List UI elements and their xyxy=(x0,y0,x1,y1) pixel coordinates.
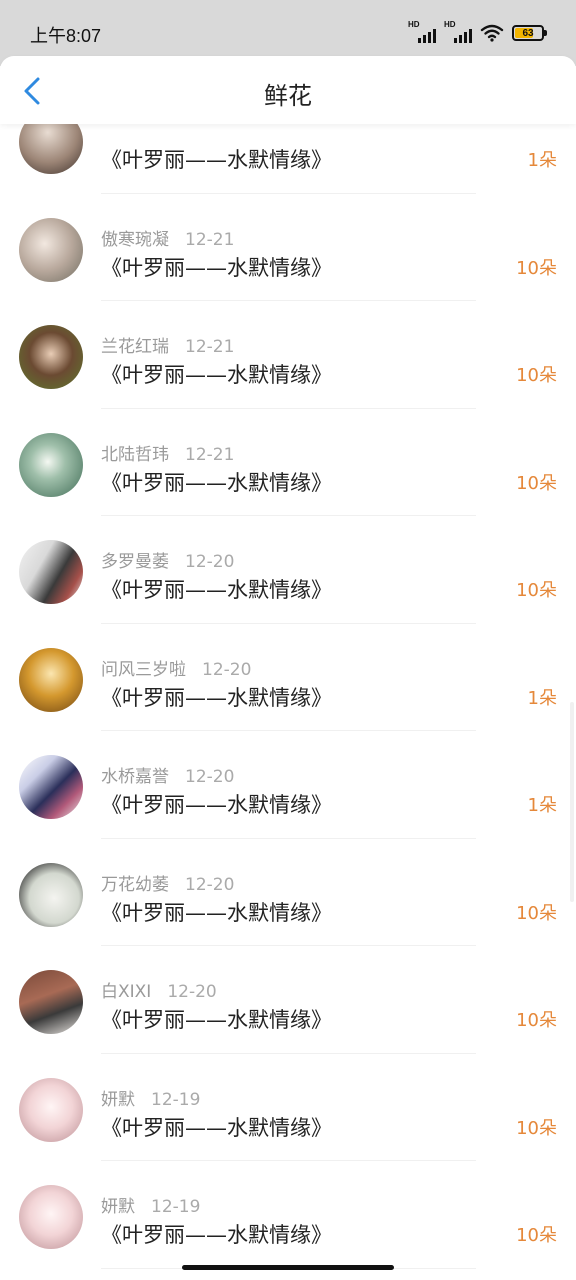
list-item[interactable]: 兰花红瑞 12-21 《叶罗丽——水默情缘》 10朵 xyxy=(0,301,576,409)
flower-count: 1朵 xyxy=(527,795,557,816)
avatar[interactable] xyxy=(19,1077,83,1142)
item-meta: 傲寒琬凝 12-21 xyxy=(101,225,234,250)
list-item[interactable]: 北陆哲玮 12-21 《叶罗丽——水默情缘》 10朵 xyxy=(0,409,576,516)
status-icons: HD HD 63 xyxy=(408,20,547,44)
user-name: 白XIXI xyxy=(101,982,152,1002)
flower-count: 10朵 xyxy=(516,257,557,279)
flower-count: 10朵 xyxy=(516,365,557,386)
wifi-icon xyxy=(480,24,504,42)
item-title: 《叶罗丽——水默情缘》 xyxy=(101,685,332,710)
user-name: 多罗曼萎 xyxy=(101,552,169,572)
status-time: 上午8:07 xyxy=(30,26,102,46)
item-meta: 妍默 12-19 xyxy=(101,1192,200,1217)
item-title: 《叶罗丽——水默情缘》 xyxy=(101,900,332,925)
cellular-signal-icon-2: HD xyxy=(444,20,472,43)
user-name: 问风三岁啦 xyxy=(101,659,186,680)
item-date: 12-20 xyxy=(202,659,252,680)
item-meta: 兰花红瑞 12-21 xyxy=(101,332,234,357)
item-date: 12-20 xyxy=(167,982,217,1002)
avatar[interactable] xyxy=(19,862,83,927)
battery-icon: 63 xyxy=(512,25,547,41)
list-item[interactable]: 万花幼萎 12-20 《叶罗丽——水默情缘》 10朵 xyxy=(0,839,576,946)
flower-count: 10朵 xyxy=(516,1010,557,1031)
user-name: 兰花红瑞 xyxy=(101,337,169,357)
user-name: 妍默 xyxy=(101,1197,135,1217)
item-date: 12-19 xyxy=(151,1089,201,1110)
user-name: 傲寒琬凝 xyxy=(101,229,169,250)
flower-count: 10朵 xyxy=(516,1117,557,1139)
avatar[interactable] xyxy=(19,540,83,604)
item-title: 《叶罗丽——水默情缘》 xyxy=(101,148,332,172)
avatar[interactable] xyxy=(19,755,83,819)
item-date: 12-21 xyxy=(185,444,235,465)
list-item[interactable]: 多罗曼萎 12-20 《叶罗丽——水默情缘》 10朵 xyxy=(0,516,576,624)
user-name: 北陆哲玮 xyxy=(101,444,169,465)
item-date: 12-19 xyxy=(151,1197,201,1217)
list-item[interactable]: 水桥嘉誉 12-20 《叶罗丽——水默情缘》 1朵 xyxy=(0,731,576,839)
item-date: 12-21 xyxy=(185,229,235,250)
item-date: 12-20 xyxy=(185,767,235,787)
network-badge-2: HD xyxy=(444,20,456,29)
item-title: 《叶罗丽——水默情缘》 xyxy=(101,578,332,602)
item-date: 12-21 xyxy=(185,337,235,357)
item-meta: 妍默 12-19 xyxy=(101,1085,200,1110)
avatar[interactable] xyxy=(19,432,83,497)
list-item[interactable]: 妍默 12-19 《叶罗丽——水默情缘》 10朵 xyxy=(0,1161,576,1269)
item-meta: 多罗曼萎 12-20 xyxy=(101,547,234,572)
avatar[interactable] xyxy=(19,217,83,282)
flower-count: 10朵 xyxy=(516,902,557,924)
item-title: 《叶罗丽——水默情缘》 xyxy=(101,255,332,280)
scrollbar[interactable] xyxy=(570,702,574,902)
home-indicator[interactable] xyxy=(182,1265,394,1270)
flower-count: 10朵 xyxy=(516,472,557,494)
flower-count: 10朵 xyxy=(516,1225,557,1246)
avatar[interactable] xyxy=(19,647,83,712)
item-title: 《叶罗丽——水默情缘》 xyxy=(101,1115,332,1140)
user-name: 妍默 xyxy=(101,1089,135,1110)
cellular-signal-icon: HD xyxy=(408,20,436,43)
nav-bar: 鲜花 xyxy=(0,56,576,124)
list-item[interactable]: 白XIXI 12-20 《叶罗丽——水默情缘》 10朵 xyxy=(0,946,576,1054)
avatar[interactable] xyxy=(19,325,83,389)
list-item[interactable]: 问风三岁啦 12-20 《叶罗丽——水默情缘》 1朵 xyxy=(0,624,576,731)
list-item[interactable]: 妍默 12-19 《叶罗丽——水默情缘》 10朵 xyxy=(0,1054,576,1161)
item-title: 《叶罗丽——水默情缘》 xyxy=(101,1008,332,1032)
user-name: 水桥嘉誉 xyxy=(101,767,169,787)
avatar[interactable] xyxy=(19,1185,83,1249)
item-title: 《叶罗丽——水默情缘》 xyxy=(101,363,332,387)
flower-list: 《叶罗丽——水默情缘》 1朵 傲寒琬凝 12-21 《叶罗丽——水默情缘》 10朵… xyxy=(0,86,576,1269)
item-meta: 问风三岁啦 12-20 xyxy=(101,655,251,680)
list-item[interactable]: 傲寒琬凝 12-21 《叶罗丽——水默情缘》 10朵 xyxy=(0,194,576,301)
flower-count: 1朵 xyxy=(527,687,557,709)
item-meta: 北陆哲玮 12-21 xyxy=(101,440,234,465)
item-meta: 万花幼萎 12-20 xyxy=(101,870,234,895)
item-title: 《叶罗丽——水默情缘》 xyxy=(101,793,332,817)
item-date: 12-20 xyxy=(185,552,235,572)
flower-count: 10朵 xyxy=(516,580,557,601)
item-title: 《叶罗丽——水默情缘》 xyxy=(101,1223,332,1247)
network-badge: HD xyxy=(408,20,420,29)
page-title: 鲜花 xyxy=(264,82,312,110)
user-name: 万花幼萎 xyxy=(101,874,169,895)
item-meta: 水桥嘉誉 12-20 xyxy=(101,762,234,787)
flower-count: 1朵 xyxy=(527,150,557,171)
avatar[interactable] xyxy=(19,970,83,1034)
item-date: 12-20 xyxy=(185,874,235,895)
item-title: 《叶罗丽——水默情缘》 xyxy=(101,470,332,495)
item-meta: 白XIXI 12-20 xyxy=(101,977,217,1002)
battery-level: 63 xyxy=(522,27,534,39)
